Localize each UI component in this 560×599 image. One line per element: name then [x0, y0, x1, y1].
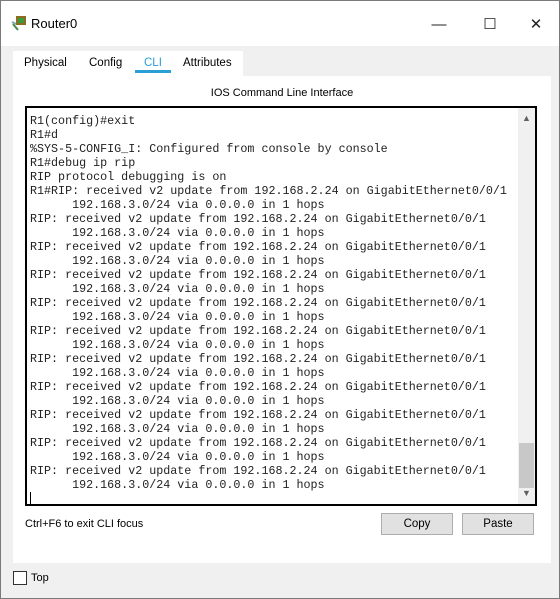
window-title: Router0: [31, 16, 78, 31]
terminal-output: R1(config)#exit R1#d %SYS-5-CONFIG_I: Conf…: [30, 114, 507, 504]
terminal-line: 192.168.3.0/24 via 0.0.0.0 in 1 hops: [30, 450, 325, 464]
terminal-line: 192.168.3.0/24 via 0.0.0.0 in 1 hops: [30, 394, 325, 408]
tab-config[interactable]: Config: [89, 57, 122, 69]
terminal-line: RIP: received v2 update from 192.168.2.2…: [30, 436, 486, 450]
terminal-line: 192.168.3.0/24 via 0.0.0.0 in 1 hops: [30, 422, 325, 436]
terminal-line: RIP: received v2 update from 192.168.2.2…: [30, 324, 486, 338]
terminal-line: %SYS-5-CONFIG_I: Configured from console…: [30, 142, 388, 156]
top-checkbox[interactable]: [13, 571, 27, 585]
terminal-line: 192.168.3.0/24 via 0.0.0.0 in 1 hops: [30, 198, 325, 212]
top-checkbox-label: Top: [31, 572, 49, 584]
scroll-down-icon[interactable]: ▼: [518, 485, 535, 502]
terminal-line: RIP: received v2 update from 192.168.2.2…: [30, 408, 486, 422]
text-cursor: [30, 492, 31, 504]
paste-button[interactable]: Paste: [462, 513, 534, 535]
terminal-line: 192.168.3.0/24 via 0.0.0.0 in 1 hops: [30, 282, 325, 296]
tab-attributes[interactable]: Attributes: [183, 57, 232, 69]
terminal-line: RIP: received v2 update from 192.168.2.2…: [30, 296, 486, 310]
terminal-line: RIP: received v2 update from 192.168.2.2…: [30, 380, 486, 394]
terminal-line: R1#debug ip rip: [30, 156, 136, 170]
terminal-line: RIP protocol debugging is on: [30, 170, 227, 184]
tab-bar: Physical Config CLI Attributes: [13, 51, 243, 76]
terminal-line: RIP: received v2 update from 192.168.2.2…: [30, 464, 486, 478]
terminal-line: 192.168.3.0/24 via 0.0.0.0 in 1 hops: [30, 478, 325, 492]
terminal-line: RIP: received v2 update from 192.168.2.2…: [30, 240, 486, 254]
terminal-line: RIP: received v2 update from 192.168.2.2…: [30, 352, 486, 366]
close-button[interactable]: ✕: [513, 9, 559, 39]
terminal-line: R1#RIP: received v2 update from 192.168.…: [30, 184, 507, 198]
terminal-line: R1#d: [30, 128, 59, 142]
title-bar: Router0 — ☐ ✕: [1, 1, 559, 46]
scroll-up-icon[interactable]: ▲: [518, 110, 535, 127]
terminal-line: 192.168.3.0/24 via 0.0.0.0 in 1 hops: [30, 226, 325, 240]
terminal-line: 192.168.3.0/24 via 0.0.0.0 in 1 hops: [30, 254, 325, 268]
cli-terminal[interactable]: R1(config)#exit R1#d %SYS-5-CONFIG_I: Conf…: [25, 106, 537, 506]
maximize-button[interactable]: ☐: [467, 9, 513, 39]
terminal-line: RIP: received v2 update from 192.168.2.2…: [30, 212, 486, 226]
terminal-line: 192.168.3.0/24 via 0.0.0.0 in 1 hops: [30, 310, 325, 324]
terminal-prompt-line[interactable]: [30, 492, 507, 504]
active-tab-indicator: [135, 70, 171, 73]
router-icon: [11, 16, 26, 31]
terminal-line: 192.168.3.0/24 via 0.0.0.0 in 1 hops: [30, 366, 325, 380]
terminal-line: RIP: received v2 update from 192.168.2.2…: [30, 268, 486, 282]
tab-cli[interactable]: CLI: [144, 57, 162, 69]
terminal-line: 192.168.3.0/24 via 0.0.0.0 in 1 hops: [30, 338, 325, 352]
cli-focus-hint: Ctrl+F6 to exit CLI focus: [25, 518, 144, 530]
minimize-button[interactable]: —: [416, 9, 462, 39]
router-window: Router0 — ☐ ✕ Physical Config CLI Attrib…: [0, 0, 560, 599]
tab-physical[interactable]: Physical: [24, 57, 67, 69]
terminal-line: R1(config)#exit: [30, 114, 136, 128]
terminal-scrollbar[interactable]: ▲ ▼: [518, 108, 535, 504]
copy-button[interactable]: Copy: [381, 513, 453, 535]
scrollbar-thumb[interactable]: [519, 443, 534, 488]
cli-heading: IOS Command Line Interface: [210, 87, 354, 99]
